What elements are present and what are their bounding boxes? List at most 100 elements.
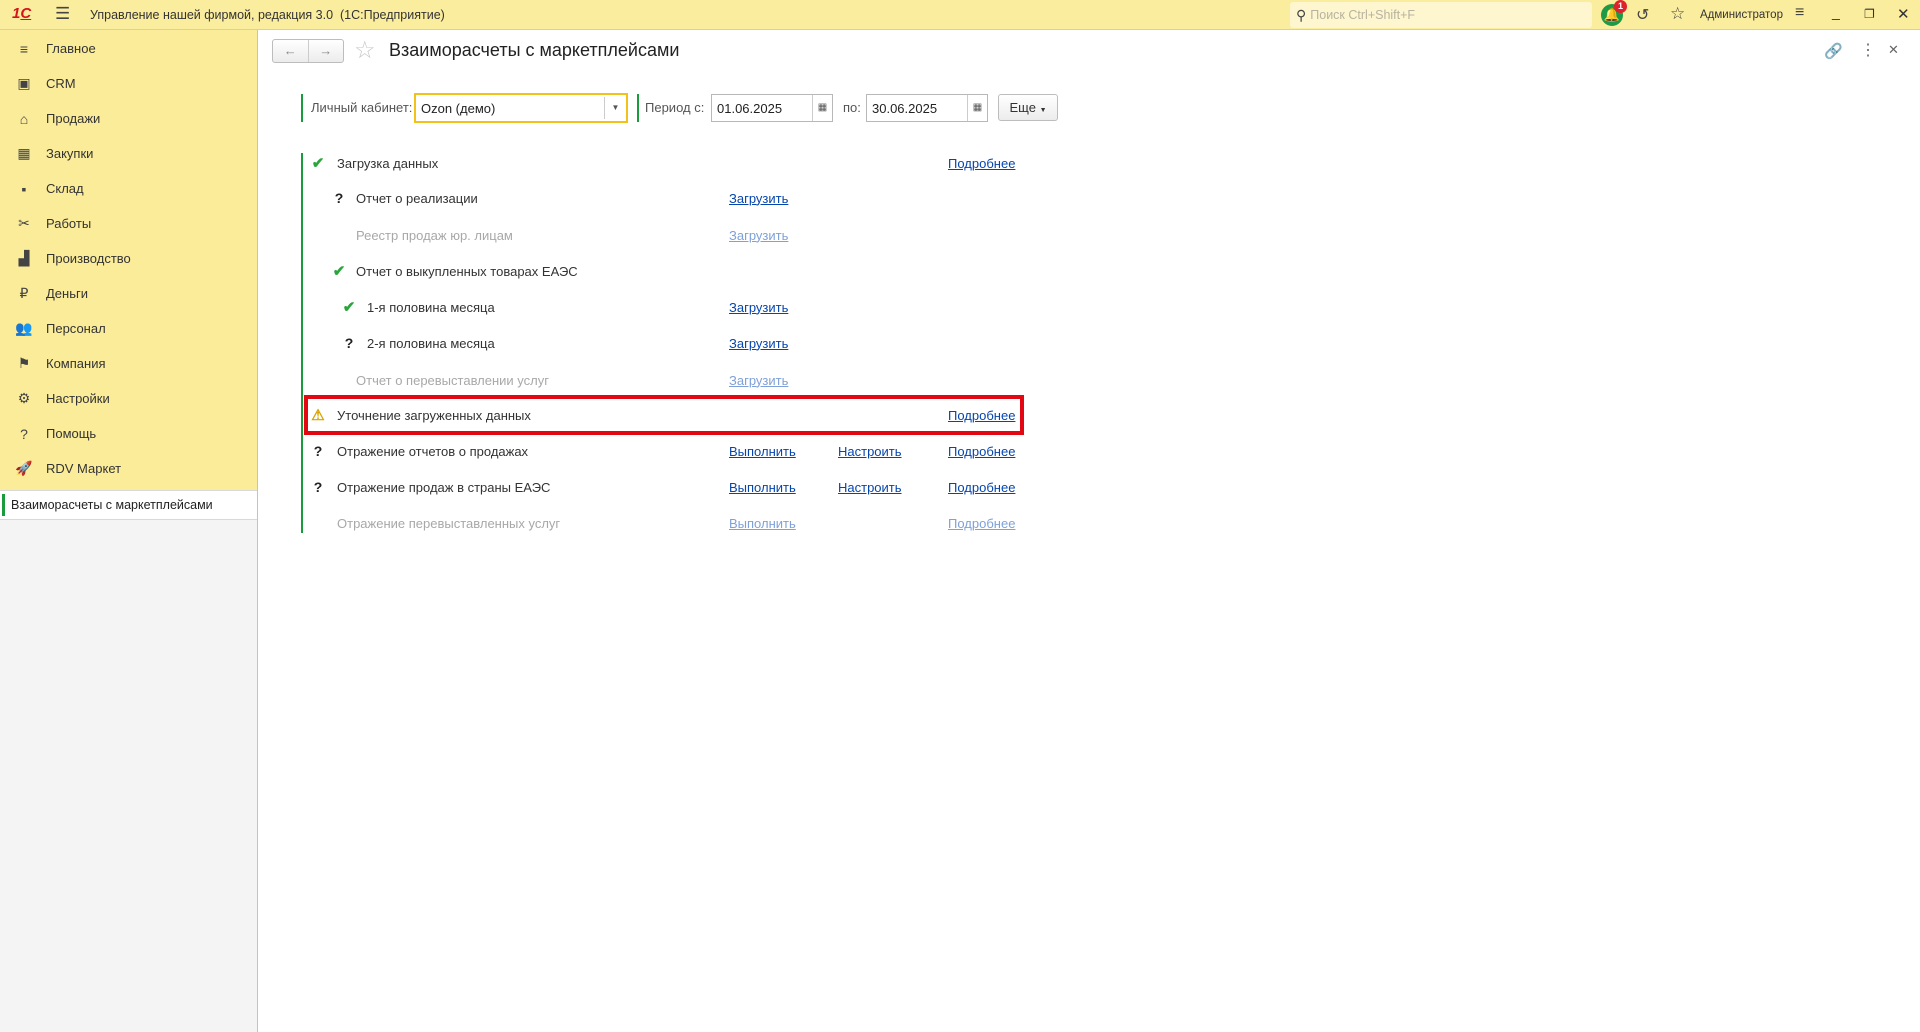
action-link[interactable]: Загрузить xyxy=(729,336,788,351)
more-actions-icon[interactable]: ⋮ xyxy=(1860,40,1876,60)
sidebar-item[interactable]: ⌂ Продажи xyxy=(0,101,257,136)
check-icon: ✔ xyxy=(311,155,325,172)
question-icon: ? xyxy=(344,335,354,351)
sidebar-item-label: Производство xyxy=(46,251,131,266)
sidebar-icon: ? xyxy=(20,425,28,442)
period-from-input[interactable]: 01.06.2025 ▦ xyxy=(711,94,833,122)
minimize-icon[interactable]: _ xyxy=(1832,4,1840,20)
step-label: Загрузка данных xyxy=(337,155,439,171)
step-label: 2-я половина месяца xyxy=(367,335,495,351)
sidebar-item[interactable]: ▪ Склад xyxy=(0,171,257,206)
copy-link-icon[interactable]: 🔗 xyxy=(1824,42,1843,60)
search-icon: ⚲ xyxy=(1296,6,1307,23)
details-link[interactable]: Подробнее xyxy=(948,156,1015,171)
open-window-tab[interactable]: Взаиморасчеты с маркетплейсами xyxy=(0,490,257,520)
notification-badge: 1 xyxy=(1614,0,1627,13)
nav-buttons: ← → xyxy=(272,39,344,63)
sidebar-item[interactable]: 🚀 RDV Маркет xyxy=(0,451,257,486)
sidebar-item-label: Деньги xyxy=(46,286,88,301)
sidebar-item-label: Компания xyxy=(46,356,106,371)
step-row: Отчет о перевыставлении услуг Загрузить xyxy=(301,365,1041,395)
sidebar-icon: ≡ xyxy=(19,40,29,57)
user-name[interactable]: Администратор xyxy=(1700,9,1783,21)
action-link[interactable]: Загрузить xyxy=(729,228,788,243)
sidebar-item[interactable]: ? Помощь xyxy=(0,416,257,451)
sidebar-item-label: Главное xyxy=(46,41,96,56)
forward-button[interactable]: → xyxy=(309,40,344,62)
sidebar-icon: 👥 xyxy=(15,320,33,336)
action-link[interactable]: Выполнить xyxy=(729,444,796,459)
sidebar-item[interactable]: ▟ Производство xyxy=(0,241,257,276)
sidebar-icon: ▣ xyxy=(17,75,31,91)
sidebar-icon: ✂ xyxy=(18,215,30,231)
step-row: ? Отражение продаж в страны ЕАЭС Выполнить… xyxy=(301,472,1041,502)
warning-icon: ⚠ xyxy=(311,407,325,424)
page-title: Взаиморасчеты с маркетплейсами xyxy=(389,40,680,60)
step-row: ? 2-я половина месяца Загрузить xyxy=(301,328,1041,358)
sidebar-item[interactable]: ≡ Главное xyxy=(0,31,257,66)
details-link[interactable]: Подробнее xyxy=(948,480,1015,495)
setup-link[interactable]: Настроить xyxy=(838,444,902,459)
step-label: Уточнение загруженных данных xyxy=(337,407,531,423)
dropdown-arrow-icon[interactable]: ▼ xyxy=(604,97,626,119)
details-link[interactable]: Подробнее xyxy=(948,516,1015,531)
notifications-bell-icon[interactable]: 🔔 1 xyxy=(1601,0,1627,26)
sidebar-icon: ▟ xyxy=(18,250,30,266)
settings-menu-icon[interactable]: ≡ xyxy=(1795,4,1804,22)
setup-link[interactable]: Настроить xyxy=(838,480,902,495)
restore-icon[interactable]: ❐ xyxy=(1864,7,1875,21)
sidebar-icon: ₽ xyxy=(19,285,29,301)
sidebar-item[interactable]: ₽ Деньги xyxy=(0,276,257,311)
close-form-icon[interactable]: ✕ xyxy=(1888,42,1899,58)
history-icon[interactable]: ↺ xyxy=(1636,5,1649,25)
more-label: Еще xyxy=(1009,100,1036,115)
calendar-icon[interactable]: ▦ xyxy=(967,95,987,121)
back-button[interactable]: ← xyxy=(273,40,309,62)
1c-logo: 1С xyxy=(12,5,32,22)
more-button[interactable]: Еще ▼ xyxy=(998,94,1058,121)
sidebar-item-label: Закупки xyxy=(46,146,94,161)
sidebar-icon: 🚀 xyxy=(15,460,33,476)
action-link[interactable]: Загрузить xyxy=(729,300,788,315)
sidebar-item[interactable]: ⚙ Настройки xyxy=(0,381,257,416)
sidebar-icon: ⌂ xyxy=(19,110,29,127)
sidebar-item-label: Помощь xyxy=(46,426,97,441)
step-row: ⚠ Уточнение загруженных данных Подробнее xyxy=(301,400,1041,430)
sidebar-item[interactable]: ▦ Закупки xyxy=(0,136,257,171)
period-to-input[interactable]: 30.06.2025 ▦ xyxy=(866,94,988,122)
details-link[interactable]: Подробнее xyxy=(948,444,1015,459)
step-row: ? Отражение отчетов о продажах Выполнить На… xyxy=(301,436,1041,466)
period-from-label: Период с: xyxy=(645,100,705,115)
sidebar-item-label: Склад xyxy=(46,181,84,196)
action-link[interactable]: Загрузить xyxy=(729,373,788,388)
search-placeholder: Поиск Ctrl+Shift+F xyxy=(1310,8,1416,22)
sidebar-item[interactable]: ⚑ Компания xyxy=(0,346,257,381)
active-indicator xyxy=(2,494,5,516)
sidebar-item[interactable]: 👥 Персонал xyxy=(0,311,257,346)
favorite-star-icon[interactable]: ☆ xyxy=(354,36,376,65)
sidebar-empty-area xyxy=(0,520,257,1032)
step-label: Отчет о перевыставлении услуг xyxy=(356,372,549,388)
search-input[interactable]: ⚲ Поиск Ctrl+Shift+F xyxy=(1290,2,1592,28)
period-to-value: 30.06.2025 xyxy=(872,100,938,116)
cabinet-select[interactable]: Ozon (демо) ▼ xyxy=(414,93,628,123)
action-link[interactable]: Загрузить xyxy=(729,191,788,206)
action-link[interactable]: Выполнить xyxy=(729,480,796,495)
green-group-marker xyxy=(637,94,639,122)
sidebar-item[interactable]: ✂ Работы xyxy=(0,206,257,241)
question-icon: ? xyxy=(334,190,344,206)
app-title: Управление нашей фирмой, редакция 3.0 (1… xyxy=(90,8,445,22)
open-window-label: Взаиморасчеты с маркетплейсами xyxy=(11,498,213,512)
sidebar-item[interactable]: ▣ CRM xyxy=(0,66,257,101)
action-link[interactable]: Выполнить xyxy=(729,516,796,531)
details-link[interactable]: Подробнее xyxy=(948,408,1015,423)
step-label: 1-я половина месяца xyxy=(367,299,495,315)
check-icon: ✔ xyxy=(342,299,356,316)
favorites-star-icon[interactable]: ☆ xyxy=(1670,4,1685,24)
step-row: ✔ Загрузка данных Подробнее xyxy=(301,148,1041,178)
calendar-icon[interactable]: ▦ xyxy=(812,95,832,121)
cabinet-label: Личный кабинет: xyxy=(311,100,413,115)
step-row: ? Отчет о реализации Загрузить xyxy=(301,183,1041,213)
main-menu-icon[interactable]: ☰ xyxy=(55,4,70,24)
close-window-icon[interactable]: ✕ xyxy=(1897,5,1910,23)
